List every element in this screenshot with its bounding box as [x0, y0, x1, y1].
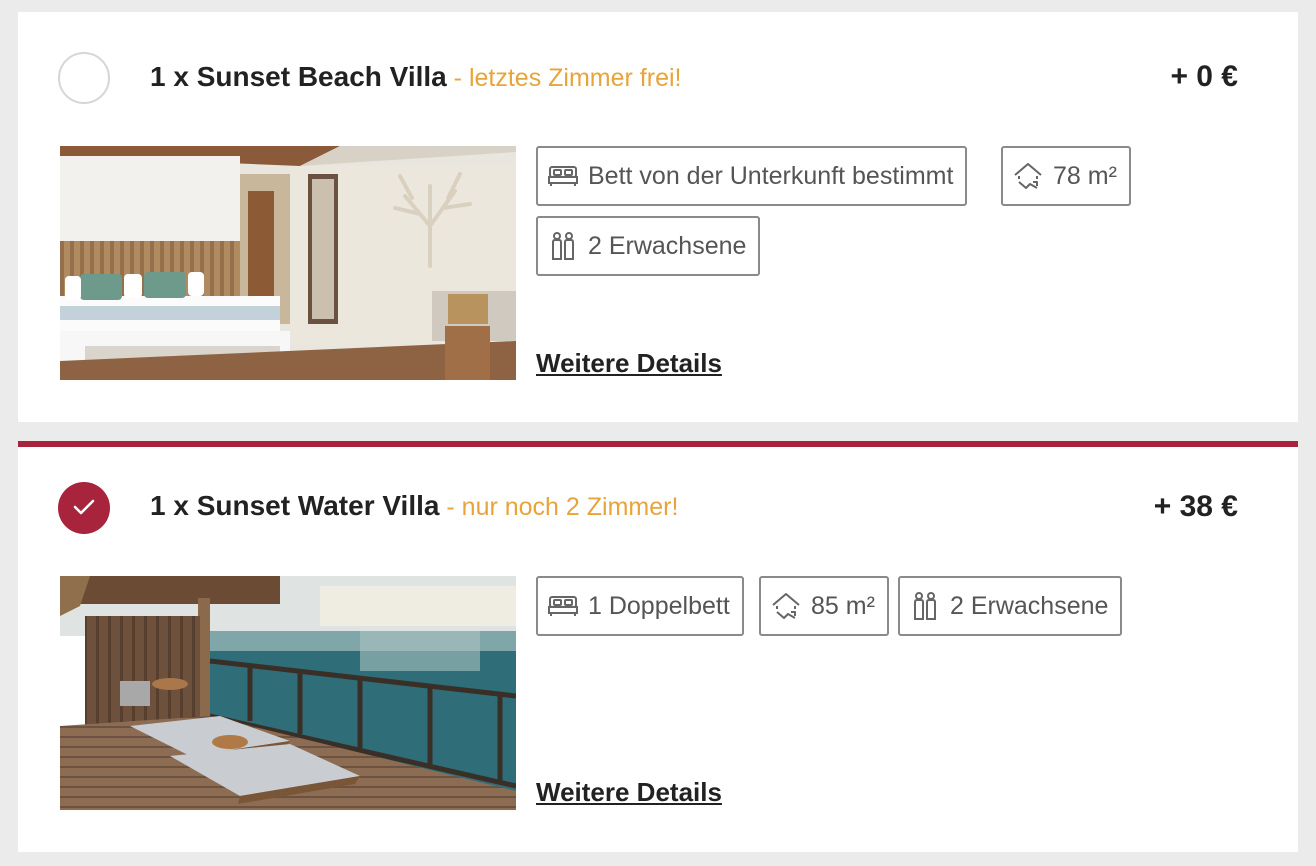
- room-title: 1 x Sunset Water Villa - nur noch 2 Zimm…: [150, 490, 678, 522]
- more-details-link[interactable]: Weitere Details: [536, 348, 722, 379]
- bed-icon: [548, 591, 578, 621]
- more-details-link[interactable]: Weitere Details: [536, 777, 722, 808]
- availability-note: - nur noch 2 Zimmer!: [439, 493, 679, 521]
- room-photo: [60, 146, 516, 380]
- room-price: + 38 €: [1153, 490, 1238, 523]
- availability-note: - letztes Zimmer frei!: [446, 64, 682, 92]
- area-label: 78 m²: [1053, 161, 1117, 190]
- guests-icon: [548, 231, 578, 261]
- check-icon: [73, 499, 95, 515]
- area-label: 85 m²: [811, 591, 875, 620]
- room-card: 1 x Sunset Water Villa - nur noch 2 Zimm…: [18, 441, 1298, 852]
- bed-feature: 1 Doppelbett: [536, 576, 744, 636]
- guests-label: 2 Erwachsene: [588, 231, 747, 260]
- room-name: 1 x Sunset Beach Villa: [150, 61, 447, 92]
- room-select-radio[interactable]: [58, 52, 110, 104]
- room-card: 1 x Sunset Beach Villa - letztes Zimmer …: [18, 12, 1298, 422]
- area-feature: 78 m²: [1001, 146, 1131, 206]
- guests-feature: 2 Erwachsene: [536, 216, 761, 276]
- room-price: + 0 €: [1170, 60, 1238, 93]
- bed-feature: Bett von der Unterkunft bestimmt: [536, 146, 968, 206]
- room-title: 1 x Sunset Beach Villa - letztes Zimmer …: [150, 61, 681, 93]
- guests-feature: 2 Erwachsene: [898, 576, 1123, 636]
- bed-label: 1 Doppelbett: [588, 591, 730, 620]
- room-select-radio[interactable]: [58, 482, 110, 534]
- area-icon: [1013, 161, 1043, 191]
- bed-icon: [548, 161, 578, 191]
- guests-label: 2 Erwachsene: [950, 591, 1109, 620]
- bed-label: Bett von der Unterkunft bestimmt: [588, 161, 954, 190]
- area-icon: [771, 591, 801, 621]
- guests-icon: [910, 591, 940, 621]
- room-name: 1 x Sunset Water Villa: [150, 490, 440, 521]
- area-feature: 85 m²: [759, 576, 889, 636]
- room-photo: [60, 576, 516, 810]
